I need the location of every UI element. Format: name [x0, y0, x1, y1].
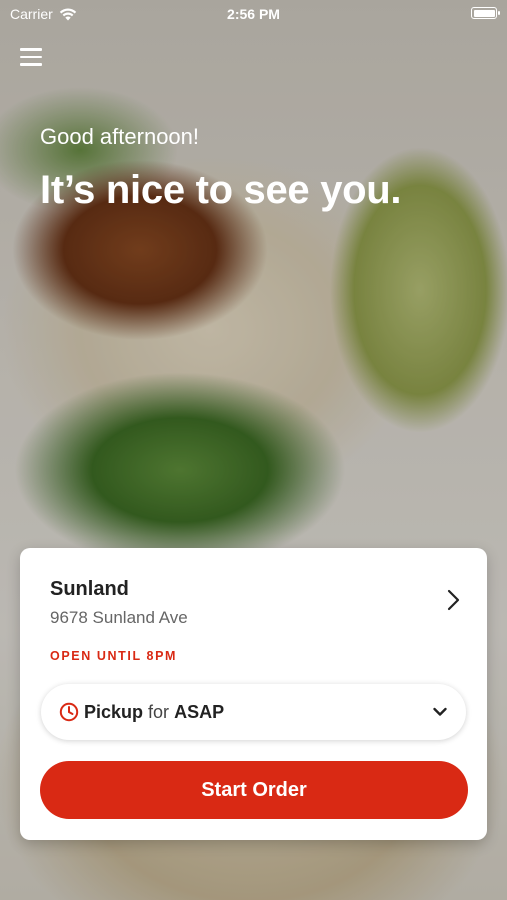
- status-time: 2:56 PM: [227, 6, 280, 22]
- store-name[interactable]: Sunland: [50, 578, 129, 601]
- hamburger-menu-icon[interactable]: [20, 48, 42, 68]
- menu-line: [20, 48, 42, 51]
- greeting-text: Good afternoon!: [40, 124, 200, 149]
- menu-line: [20, 63, 42, 66]
- battery-icon: [471, 7, 500, 19]
- start-order-button[interactable]: Start Order: [40, 761, 468, 819]
- pickup-time-selector[interactable]: Pickup for ASAP: [41, 684, 466, 740]
- menu-line: [20, 55, 42, 58]
- pickup-mode: Pickup: [84, 701, 144, 722]
- status-bar: Carrier 2:56 PM: [0, 0, 507, 28]
- pickup-connector: for: [148, 701, 170, 722]
- headline-text: It’s nice to see you.: [40, 168, 402, 212]
- store-address[interactable]: 9678 Sunland Ave: [50, 608, 188, 628]
- pickup-time: ASAP: [174, 701, 225, 722]
- battery-level: [473, 9, 495, 17]
- location-card: Sunland 9678 Sunland Ave OPEN UNTIL 8PM …: [20, 548, 487, 840]
- chevron-down-icon: [433, 707, 447, 716]
- chevron-right-icon[interactable]: [441, 588, 465, 612]
- open-status-label: OPEN UNTIL 8PM: [50, 649, 178, 663]
- clock-icon: [59, 702, 79, 722]
- pickup-summary: Pickup for ASAP: [84, 702, 224, 723]
